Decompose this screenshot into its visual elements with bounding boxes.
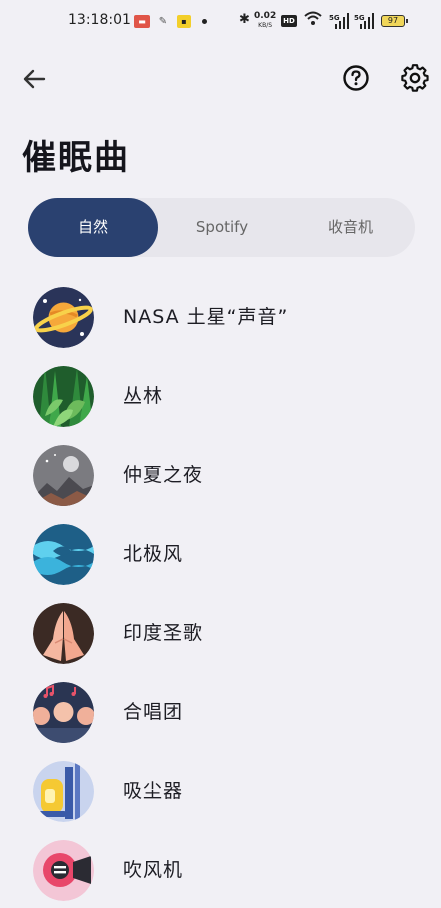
jungle-icon [33, 366, 94, 427]
gear-icon [401, 64, 429, 92]
wifi-icon [304, 11, 322, 25]
network-speed-value: 0.02 [254, 11, 277, 21]
battery-icon: 97 [381, 15, 408, 27]
sound-label: 吸尘器 [123, 780, 184, 802]
arctic-wind-icon [33, 524, 94, 585]
list-item-indian-chant[interactable]: 印度圣歌 [0, 594, 441, 673]
list-item-hair-dryer[interactable]: 吹风机 [0, 831, 441, 908]
list-item-vacuum-cleaner[interactable]: 吸尘器 [0, 752, 441, 831]
sound-label: 北极风 [123, 543, 184, 565]
choir-icon [33, 682, 94, 743]
svg-text:5G: 5G [354, 14, 365, 22]
status-time: 13:18:01 [68, 12, 131, 28]
category-tabs: 自然 Spotify 收音机 [28, 198, 415, 257]
network-speed: 0.02 KB/S [254, 12, 276, 30]
tab-nature[interactable]: 自然 [28, 198, 158, 257]
arrow-left-icon [23, 69, 46, 89]
list-item-arctic-wind[interactable]: 北极风 [0, 515, 441, 594]
sound-label: 吹风机 [123, 859, 184, 881]
settings-button[interactable] [401, 64, 429, 92]
sound-label: 合唱团 [123, 701, 184, 723]
list-item-midsummer-night[interactable]: 仲夏之夜 [0, 436, 441, 515]
help-circle-icon [343, 65, 369, 91]
tab-spotify[interactable]: Spotify [158, 198, 286, 257]
cell-signal-icon: 5G [354, 13, 374, 29]
list-item-nasa-saturn[interactable]: NASA 土星“声音” [0, 278, 441, 357]
sound-label: 仲夏之夜 [123, 464, 204, 486]
vacuum-icon [33, 761, 94, 822]
list-item-choir[interactable]: 合唱团 [0, 673, 441, 752]
bluetooth-icon: ✱ [239, 12, 250, 27]
cell-signal-icon: 5G [329, 13, 349, 29]
praying-hands-icon [33, 603, 94, 664]
notification-dot-icon [202, 19, 207, 24]
night-moon-icon [33, 445, 94, 506]
page-title: 催眠曲 [22, 138, 130, 178]
sound-label: 印度圣歌 [123, 622, 204, 644]
status-bar: 13:18:01 ▬ ✎ ▪ ✱ 0.02 KB/S HD 5G 5G 97 [0, 0, 441, 44]
help-button[interactable] [342, 64, 370, 92]
tab-radio[interactable]: 收音机 [286, 198, 415, 257]
network-speed-unit: KB/S [258, 22, 273, 29]
notification-app-icon: ▪ [177, 15, 191, 28]
list-item-jungle[interactable]: 丛林 [0, 357, 441, 436]
sound-label: 丛林 [123, 385, 164, 407]
notification-app-icon: ▬ [134, 15, 150, 28]
back-button[interactable] [20, 64, 50, 94]
saturn-icon [33, 287, 94, 348]
notification-app-icon: ✎ [158, 16, 168, 27]
hd-badge: HD [281, 15, 297, 27]
hair-dryer-icon [33, 840, 94, 901]
svg-text:5G: 5G [329, 14, 340, 22]
sound-label: NASA 土星“声音” [123, 306, 289, 328]
